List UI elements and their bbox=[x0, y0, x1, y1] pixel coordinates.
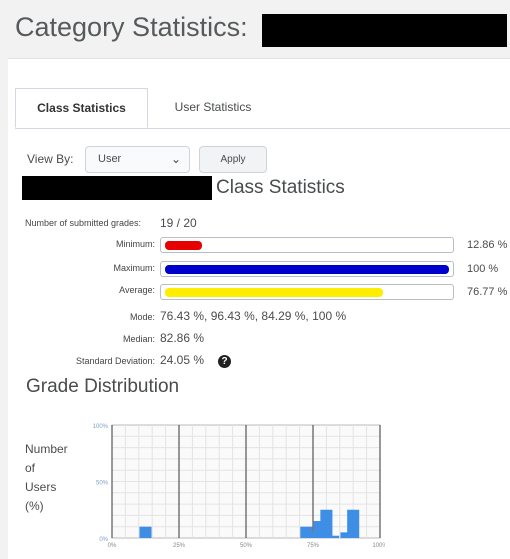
chart-y-tick-label: 100% bbox=[93, 424, 109, 430]
y-axis-label-line: (%) bbox=[25, 499, 44, 513]
y-axis-label-line: Number bbox=[25, 442, 68, 456]
redacted-category-name bbox=[262, 14, 507, 47]
chart-bar bbox=[320, 509, 333, 538]
chevron-down-icon: ⌄ bbox=[170, 152, 181, 166]
tab-class-statistics[interactable]: Class Statistics bbox=[15, 88, 148, 128]
apply-button[interactable]: Apply bbox=[199, 146, 267, 173]
chart-x-tick-label: 75% bbox=[307, 543, 320, 548]
chart-bar bbox=[139, 526, 152, 538]
average-bar-fill bbox=[165, 288, 383, 297]
maximum-bar bbox=[160, 261, 454, 277]
view-by-label: View By: bbox=[27, 152, 74, 166]
median-label: Median: bbox=[122, 334, 155, 344]
minimum-bar-fill bbox=[165, 241, 202, 250]
tab-bar: Class Statistics User Statistics bbox=[15, 88, 510, 129]
average-label: Average: bbox=[119, 285, 155, 295]
minimum-bar bbox=[160, 237, 454, 253]
grade-distribution-chart: 0%50%100%0%25%50%75%100% bbox=[93, 424, 385, 548]
maximum-label: Maximum: bbox=[113, 263, 155, 273]
question-circle-icon[interactable]: ? bbox=[218, 355, 231, 368]
mode-label: Mode: bbox=[129, 312, 155, 322]
view-by-select[interactable]: User ⌄ bbox=[85, 146, 190, 173]
chart-x-tick-label: 100% bbox=[372, 543, 385, 548]
std-dev-label: Standard Deviation: bbox=[75, 356, 155, 366]
maximum-value: 100 % bbox=[467, 263, 499, 275]
grade-distribution-heading: Grade Distribution bbox=[26, 376, 180, 397]
chart-y-axis-label: Number of Users (%) bbox=[25, 440, 68, 516]
submitted-grades-value: 19 / 20 bbox=[160, 216, 197, 230]
minimum-label: Minimum: bbox=[115, 239, 155, 249]
chart-x-tick-label: 25% bbox=[173, 543, 186, 548]
chart-bar bbox=[347, 509, 360, 538]
average-value: 76.77 % bbox=[467, 286, 508, 298]
submitted-grades-label: Number of submitted grades: bbox=[25, 218, 142, 228]
std-dev-value: 24.05 % bbox=[160, 353, 205, 367]
redacted-class-name bbox=[22, 176, 212, 200]
minimum-value: 12.86 % bbox=[467, 239, 508, 251]
class-statistics-heading: Class Statistics bbox=[216, 177, 345, 198]
y-axis-label-line: Users bbox=[25, 480, 57, 494]
chart-bar bbox=[327, 535, 340, 538]
average-bar bbox=[160, 284, 454, 300]
view-by-selected-value: User bbox=[98, 153, 122, 165]
maximum-bar-fill bbox=[165, 265, 449, 274]
page-title: Category Statistics: bbox=[15, 12, 248, 42]
mode-value: 76.43 %, 96.43 %, 84.29 %, 100 % bbox=[160, 309, 347, 323]
chart-x-tick-label: 50% bbox=[240, 543, 253, 548]
y-axis-label-line: of bbox=[25, 461, 36, 475]
chart-x-tick-label: 0% bbox=[108, 543, 117, 548]
tab-user-statistics[interactable]: User Statistics bbox=[148, 88, 278, 128]
median-value: 82.86 % bbox=[160, 331, 205, 345]
chart-y-tick-label: 50% bbox=[96, 481, 109, 487]
